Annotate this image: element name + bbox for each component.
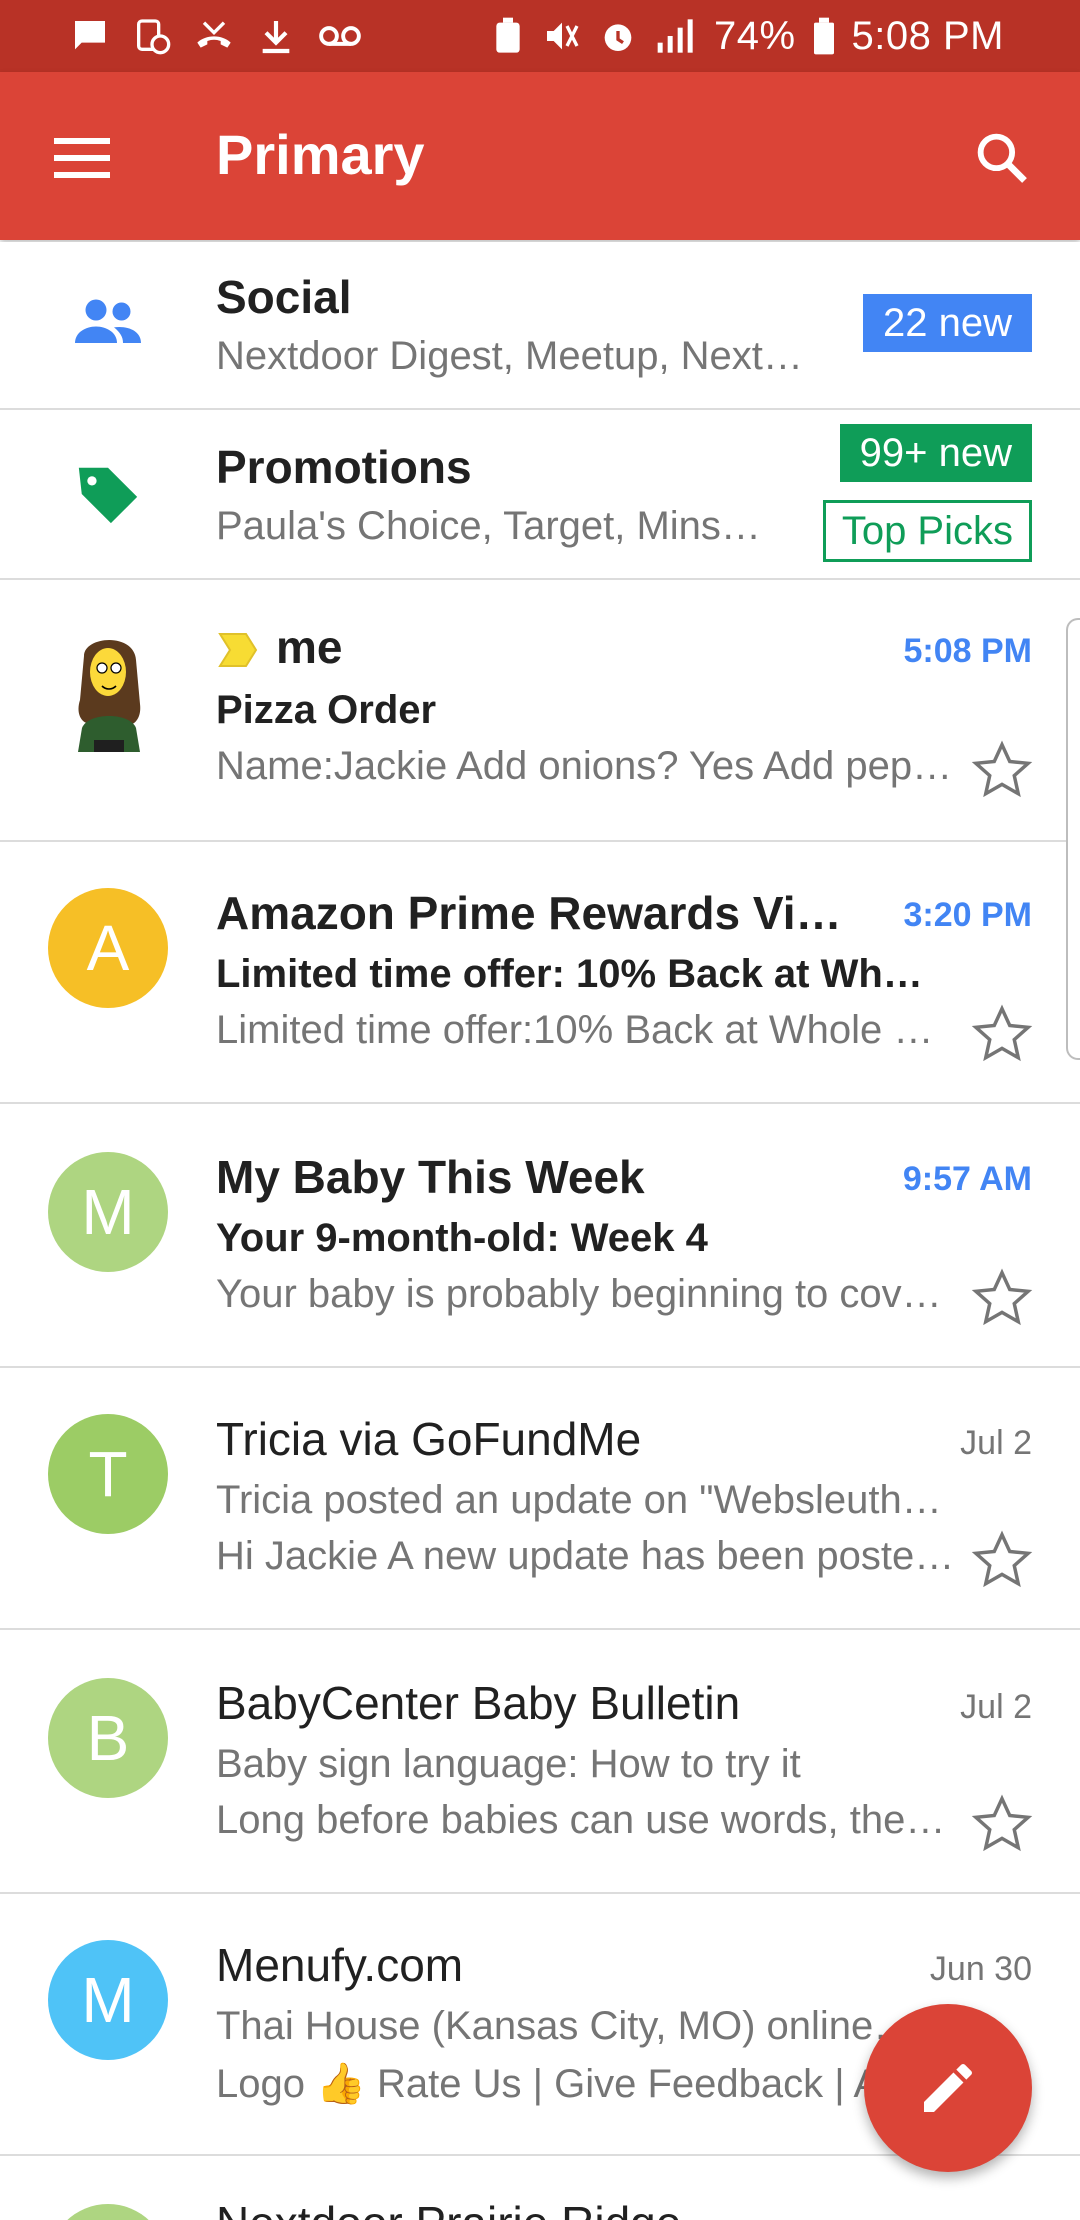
email-time: 9:57 AM — [902, 1160, 1032, 1198]
avatar — [64, 628, 154, 752]
hamburger-icon — [54, 138, 110, 178]
email-snippet: Long before babies can use words, the… — [216, 1798, 946, 1842]
email-time: 5:08 PM — [903, 632, 1033, 670]
category-title: Promotions — [216, 441, 472, 493]
email-sender: Menufy.com — [216, 1939, 464, 1991]
message-icon — [75, 21, 105, 50]
avatar: T — [48, 1414, 168, 1534]
email-time: 3:20 PM — [903, 896, 1033, 934]
avatar — [48, 2204, 168, 2220]
search-button[interactable] — [960, 116, 1044, 200]
email-sender: me — [276, 621, 343, 673]
email-sender: Tricia via GoFundMe — [216, 1413, 642, 1465]
email-snippet: Limited time offer:10% Back at Whole F… — [216, 1008, 956, 1052]
battery-percentage: 74% — [713, 13, 796, 58]
app-bar: Primary — [0, 72, 1080, 240]
important-marker-icon[interactable] — [216, 628, 260, 672]
search-icon — [977, 133, 1027, 183]
mute-icon — [546, 22, 579, 50]
email-sender: Nextdoor Prairie Ridge — [216, 2196, 856, 2220]
email-subject: Your 9-month-old: Week 4 — [216, 1216, 708, 1260]
system-status: 74% 5:08 PM — [490, 14, 1004, 58]
fast-scroll-handle[interactable] — [1066, 618, 1080, 1060]
email-sender: BabyCenter Baby Bulletin — [216, 1677, 741, 1729]
star-icon[interactable] — [970, 1528, 1034, 1592]
email-subject: Limited time offer: 10% Back at Whol… — [216, 952, 946, 996]
avatar: B — [48, 1678, 168, 1798]
avatar: M — [48, 1152, 168, 1272]
category-row-promotions[interactable]: Promotions Paula's Choice, Target, Mins…… — [0, 410, 1080, 580]
tag-icon — [68, 454, 148, 534]
email-time: Jun 30 — [929, 1950, 1032, 1988]
category-senders: Nextdoor Digest, Meetup, Next… — [216, 334, 803, 378]
email-subject: Tricia posted an update on "Websleuth… — [216, 1478, 942, 1522]
email-time: Jul 2 — [960, 1424, 1032, 1462]
email-row[interactable]: B BabyCenter Baby Bulletin Jul 2 Baby si… — [0, 1630, 1080, 1894]
category-row-social[interactable]: Social Nextdoor Digest, Meetup, Next… 22… — [0, 242, 1080, 410]
star-icon[interactable] — [970, 1792, 1034, 1856]
battery-saver-icon — [496, 17, 520, 53]
signal-icon — [657, 19, 693, 53]
pencil-icon — [924, 2063, 972, 2112]
star-icon[interactable] — [970, 738, 1034, 802]
avatar: M — [48, 1940, 168, 2060]
email-row[interactable]: me 5:08 PM Pizza Order Name:Jackie Add o… — [0, 580, 1080, 842]
email-sender: Amazon Prime Rewards Vis… — [216, 887, 866, 939]
phone-alarm-icon — [137, 19, 171, 55]
email-sender: My Baby This Week — [216, 1151, 645, 1203]
alarm-icon — [604, 24, 632, 51]
menu-button[interactable] — [40, 116, 124, 200]
top-picks-badge: Top Picks — [822, 500, 1032, 562]
category-title: Social — [216, 271, 352, 323]
new-count-badge: 22 new — [863, 294, 1032, 352]
email-snippet: Name:Jackie Add onions? Yes Add pep… — [216, 744, 953, 788]
email-subject: Thai House (Kansas City, MO) online… — [216, 2004, 914, 2048]
status-bar: 74% 5:08 PM — [0, 0, 1080, 72]
star-icon[interactable] — [970, 1002, 1034, 1066]
battery-icon — [813, 17, 834, 55]
compose-button[interactable] — [864, 2004, 1032, 2172]
email-row[interactable]: T Tricia via GoFundMe Jul 2 Tricia poste… — [0, 1368, 1080, 1630]
email-snippet: Hi Jackie A new update has been poste… — [216, 1534, 955, 1578]
star-icon[interactable] — [970, 1266, 1034, 1330]
email-time: Jul 2 — [960, 1688, 1032, 1726]
email-row[interactable]: A Amazon Prime Rewards Vis… 3:20 PM Limi… — [0, 842, 1080, 1104]
new-count-badge: 99+ new — [839, 424, 1032, 482]
notification-icons — [70, 14, 362, 58]
page-title: Primary — [216, 123, 425, 186]
email-subject: Pizza Order — [216, 688, 437, 732]
people-icon — [68, 282, 148, 362]
email-row[interactable]: M My Baby This Week 9:57 AM Your 9-month… — [0, 1104, 1080, 1368]
avatar: A — [48, 888, 168, 1008]
email-subject: Baby sign language: How to try it — [216, 1742, 801, 1786]
clock: 5:08 PM — [851, 13, 1004, 58]
category-senders: Paula's Choice, Target, Mins… — [216, 504, 761, 548]
email-snippet: Logo 👍 Rate Us | Give Feedback | A… — [216, 2062, 921, 2106]
download-icon — [262, 21, 290, 54]
email-snippet: Your baby is probably beginning to cov… — [216, 1272, 942, 1316]
voicemail-icon — [319, 26, 361, 46]
missed-call-icon — [197, 21, 231, 48]
